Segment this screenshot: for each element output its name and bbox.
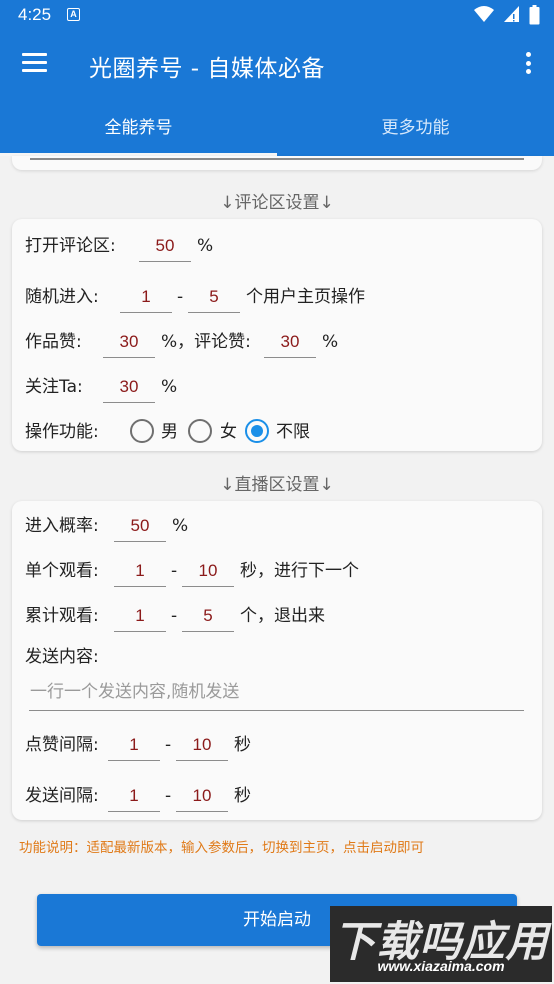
tab-bar: 全能养号 更多功能 [0, 102, 554, 156]
watermark-logo: 下载吗应用 www.xiazaima.com [330, 906, 552, 982]
radio-female-label: 女 [220, 422, 237, 442]
work-like-label: 作品赞: [25, 332, 82, 352]
radio-male[interactable] [130, 419, 154, 443]
range-dash: - [165, 786, 172, 806]
comment-like-input[interactable]: 30 [264, 328, 316, 358]
radio-unlimited-label: 不限 [276, 422, 310, 442]
operation-function-label: 操作功能: [25, 422, 99, 442]
send-interval-max-input[interactable]: 10 [176, 782, 228, 812]
total-watch-label: 累计观看: [25, 606, 99, 626]
live-section-title: ↓直播区设置↓ [220, 475, 334, 495]
enter-rate-label: 进入概率: [25, 516, 99, 536]
tab-all-round[interactable]: 全能养号 [0, 102, 277, 156]
random-enter-min-input[interactable]: 1 [120, 283, 172, 313]
app-title: 光圈养号 - 自媒体必备 [89, 56, 325, 82]
single-watch-max-input[interactable]: 10 [182, 557, 234, 587]
signal-icon [503, 6, 519, 22]
total-watch-suffix: 个，退出来 [240, 606, 325, 626]
like-interval-label: 点赞间隔: [25, 735, 99, 755]
notification-icon: A [67, 8, 80, 21]
total-watch-max-input[interactable]: 5 [182, 602, 234, 632]
status-time: 4:25 [18, 5, 52, 24]
radio-male-label: 男 [161, 422, 178, 442]
second-label: 秒 [234, 786, 251, 806]
random-enter-max-input[interactable]: 5 [188, 283, 240, 313]
send-interval-min-input[interactable]: 1 [108, 782, 160, 812]
enter-rate-input[interactable]: 50 [114, 512, 166, 542]
send-content-label: 发送内容: [25, 647, 99, 667]
random-enter-label: 随机进入: [25, 287, 99, 307]
single-watch-suffix: 秒，进行下一个 [240, 561, 359, 581]
second-label: 秒 [234, 735, 251, 755]
percent-label: % [161, 377, 178, 397]
function-description: 功能说明：适配最新版本，输入参数后，切换到主页，点击启动即可 [19, 840, 424, 856]
percent-label: % [172, 516, 189, 536]
range-dash: - [177, 287, 184, 307]
percent-label: % [197, 236, 214, 256]
previous-input-underline [30, 158, 524, 160]
comment-like-label: %，评论赞: [161, 332, 251, 352]
status-icons [470, 5, 540, 25]
like-interval-min-input[interactable]: 1 [108, 731, 160, 761]
battery-icon [529, 5, 540, 25]
open-comment-input[interactable]: 50 [139, 232, 191, 262]
total-watch-min-input[interactable]: 1 [114, 602, 166, 632]
previous-card [12, 156, 542, 170]
send-interval-label: 发送间隔: [25, 786, 99, 806]
menu-icon[interactable] [22, 53, 47, 73]
range-dash: - [171, 561, 178, 581]
work-like-input[interactable]: 30 [103, 328, 155, 358]
range-dash: - [165, 735, 172, 755]
overflow-menu-icon[interactable] [526, 52, 532, 76]
watermark-url: www.xiazaima.com [377, 958, 505, 974]
radio-female[interactable] [188, 419, 212, 443]
radio-unlimited[interactable] [245, 419, 269, 443]
live-settings-card: 进入概率: 50 % 单个观看: 1 - 10 秒，进行下一个 累计观看: 1 … [12, 501, 542, 820]
follow-input[interactable]: 30 [103, 373, 155, 403]
range-dash: - [171, 606, 178, 626]
follow-label: 关注Ta: [25, 377, 83, 397]
random-enter-suffix: 个用户主页操作 [246, 287, 365, 307]
comment-settings-card: 打开评论区: 50 % 随机进入: 1 - 5 个用户主页操作 作品赞: 30 … [12, 219, 542, 451]
app-bar: 光圈养号 - 自媒体必备 [0, 30, 554, 102]
single-watch-min-input[interactable]: 1 [114, 557, 166, 587]
percent-label: % [322, 332, 339, 352]
comment-section-title: ↓评论区设置↓ [220, 193, 334, 213]
wifi-icon [473, 6, 494, 22]
open-comment-label: 打开评论区: [25, 236, 116, 256]
status-bar: 4:25 A [0, 0, 554, 30]
send-content-input[interactable]: 一行一个发送内容,随机发送 [29, 677, 524, 711]
tab-more-functions[interactable]: 更多功能 [277, 102, 554, 156]
like-interval-max-input[interactable]: 10 [176, 731, 228, 761]
single-watch-label: 单个观看: [25, 561, 99, 581]
